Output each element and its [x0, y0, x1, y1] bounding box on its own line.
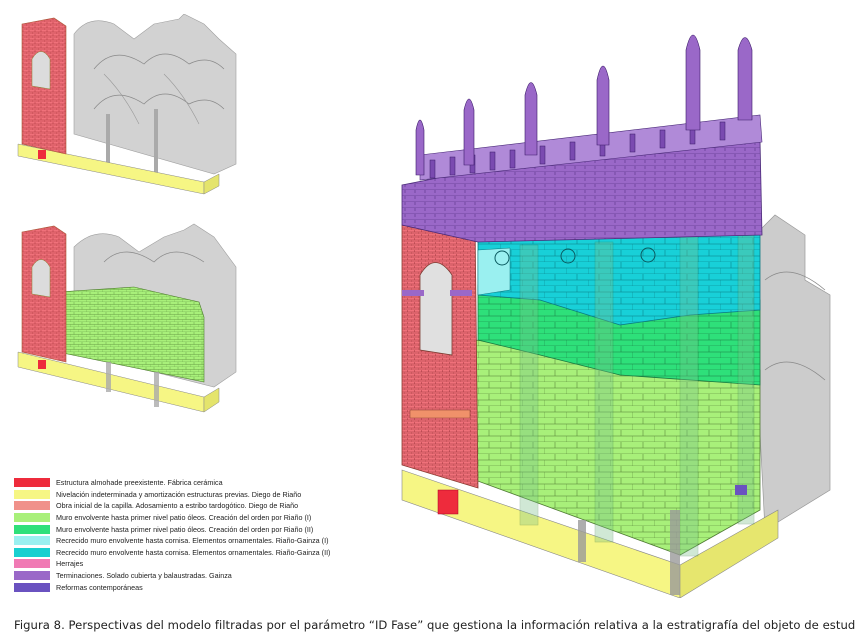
legend-item: Herrajes [14, 558, 354, 570]
legend-label: Muro envolvente hasta primer nivel patio… [56, 524, 314, 534]
model-thumbnail-phase-2 [17, 223, 237, 413]
model-thumbnail-phase-1 [17, 14, 237, 195]
legend-item: Estructura almohade preexistente. Fábric… [14, 477, 354, 489]
legend-label: Obra inicial de la capilla. Adosamiento … [56, 501, 299, 511]
legend-item: Terminaciones. Solado cubierta y balaust… [14, 570, 354, 582]
legend-label: Reformas contemporáneas [56, 582, 143, 592]
legend-swatch [14, 501, 50, 511]
legend-swatch [14, 547, 50, 557]
legend-swatch [14, 582, 50, 592]
legend-item: Nivelación indeterminada y amortización … [14, 489, 354, 501]
legend-swatch [14, 489, 50, 499]
legend-swatch [14, 524, 50, 534]
legend-item: Reformas contemporáneas [14, 581, 354, 593]
legend-item: Muro envolvente hasta primer nivel patio… [14, 512, 354, 524]
legend-label: Recrecido muro envolvente hasta cornisa.… [56, 547, 331, 557]
legend-swatch [14, 478, 50, 488]
legend-swatch [14, 536, 50, 546]
legend-label: Terminaciones. Solado cubierta y balaust… [56, 571, 232, 581]
legend-label: Muro envolvente hasta primer nivel patio… [56, 513, 312, 523]
figure-caption: Figura 8. Perspectivas del modelo filtra… [14, 618, 856, 632]
legend-label: Herrajes [56, 559, 84, 569]
legend-item: Recrecido muro envolvente hasta cornisa.… [14, 535, 354, 547]
legend-label: Recrecido muro envolvente hasta cornisa.… [56, 536, 329, 546]
legend-label: Nivelación indeterminada y amortización … [56, 489, 302, 499]
legend-item: Obra inicial de la capilla. Adosamiento … [14, 500, 354, 512]
legend-swatch [14, 559, 50, 569]
legend: Estructura almohade preexistente. Fábric… [14, 477, 354, 593]
legend-swatch [14, 513, 50, 523]
legend-label: Estructura almohade preexistente. Fábric… [56, 478, 223, 488]
legend-item: Muro envolvente hasta primer nivel patio… [14, 523, 354, 535]
legend-item: Recrecido muro envolvente hasta cornisa.… [14, 547, 354, 559]
model-main-perspective [401, 34, 831, 598]
legend-swatch [14, 571, 50, 581]
